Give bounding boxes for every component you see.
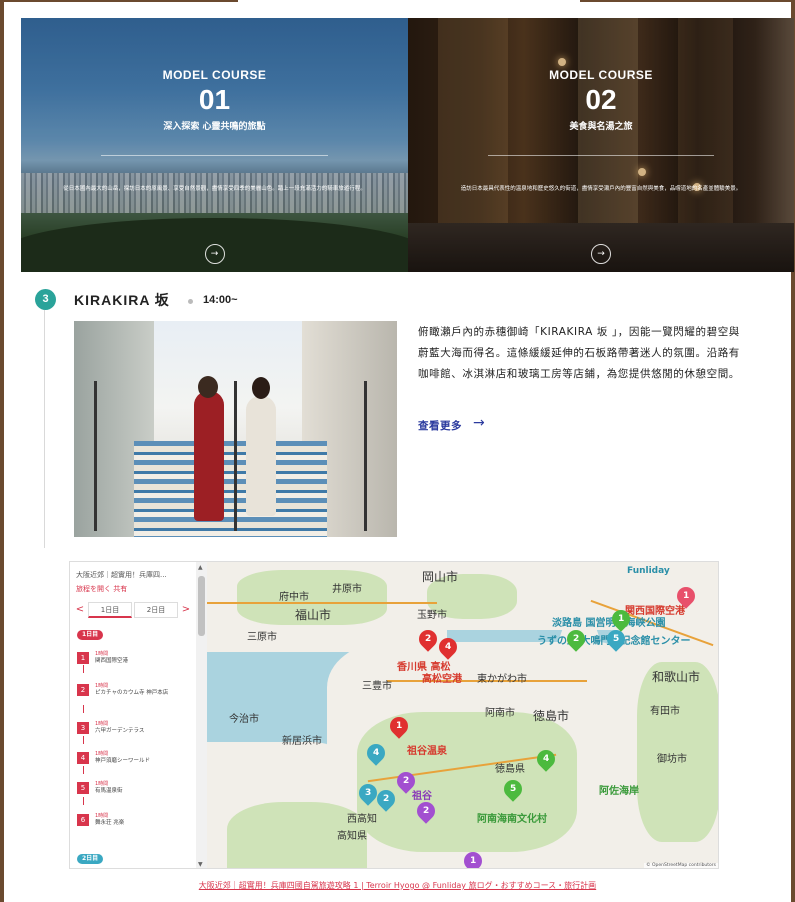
day-badge: 1日目 <box>77 630 104 640</box>
map-label: 阿南市 <box>485 708 515 719</box>
scroll-up-icon[interactable]: ▲ <box>198 564 203 571</box>
frame-top-segment <box>580 0 795 2</box>
map-label: 祖谷温泉 <box>407 746 447 757</box>
stop-name: 六甲ガーデンテラス <box>95 728 145 734</box>
map-label: 和歌山市 <box>652 670 701 684</box>
stop-duration: 1時間 <box>95 781 109 787</box>
map-label: 東かがわ市 <box>477 674 527 685</box>
person-white-coat <box>246 396 276 516</box>
step-number-badge: 3 <box>35 289 56 310</box>
day-badge: 2日目 <box>77 854 104 864</box>
course-subtitle: 深入探索 心靈共鳴的旅點 <box>163 122 266 132</box>
itinerary-sidebar: 大阪近郊｜超實用！兵庫四... 旅程を開く 共有 < 1日目 2日目 > 1日目… <box>70 562 207 868</box>
map-label: 有田市 <box>650 706 680 717</box>
list-item[interactable]: 3 1時間 六甲ガーデンテラス <box>77 720 195 746</box>
stop-number: 5 <box>77 782 89 794</box>
map-label: 新居浜市 <box>282 736 322 747</box>
map-label: 高松空港 <box>422 674 462 685</box>
stop-name: 関西国際空港 <box>95 658 129 664</box>
map-label: 阿佐海岸 <box>599 786 639 797</box>
map-label: 玉野市 <box>417 610 447 621</box>
stop-title: KIRAKIRA 坂 <box>74 292 170 308</box>
list-item[interactable]: 5 1時間 有馬温泉街 <box>77 780 195 806</box>
map-label: 三豊市 <box>362 681 392 692</box>
map-label: 今治市 <box>229 714 259 725</box>
separator-dot <box>188 299 193 304</box>
chevron-left-icon[interactable]: < <box>74 602 86 618</box>
course-number: 02 <box>585 84 617 115</box>
footer-link[interactable]: 大阪近郊｜超實用！兵庫四國自駕旅遊攻略 1 | Terroir Hyogo @ … <box>0 880 795 891</box>
stop-number: 6 <box>77 814 89 826</box>
sidebar-scrollbar[interactable]: ▲ ▼ <box>196 562 207 868</box>
stop-name: 舞永荘 兆楽 <box>95 820 125 826</box>
arrow-right-icon[interactable]: → <box>473 415 485 431</box>
course-description: 造訪日本最具代表性的溫泉地和歷史悠久的街道，盡情享受瀨戶內的豐富自然與美食，品嚐… <box>460 186 742 192</box>
stop-description: 俯瞰瀨戶內的赤穗御崎「KIRAKIRA 坂 」，因能一覽閃耀的碧空與蔚藍大海而得… <box>418 326 740 380</box>
stop-photo <box>74 321 397 537</box>
model-course-01-card[interactable]: MODEL COURSE 01 深入探索 心靈共鳴的旅點 從日本國內最大的山岳，… <box>21 18 408 272</box>
map-label: Funliday <box>627 566 670 576</box>
person-red-coat <box>194 391 224 521</box>
course-subtitle: 美食與名湯之旅 <box>569 122 633 132</box>
tiled-stairs <box>134 441 327 537</box>
stop-number: 4 <box>77 752 89 764</box>
stop-time: 14:00~ <box>203 294 238 306</box>
stop-duration: 1時間 <box>95 721 109 727</box>
stop-number: 1 <box>77 652 89 664</box>
map-label: 祖谷 <box>412 791 432 802</box>
course-description: 從日本國內最大的山岳，探訪日本的原風景、享受自然景觀，盡情享受四季的美麗山色。踏… <box>63 186 366 192</box>
course-number: 01 <box>198 84 231 115</box>
map-label: 淡路島 国営明石海峡公園 <box>552 618 666 629</box>
stop-duration: 1時間 <box>95 751 109 757</box>
map-label: 府中市 <box>279 592 309 603</box>
list-item[interactable]: 4 1時間 神戸須磨シーワールド <box>77 750 195 776</box>
course-label: MODEL COURSE <box>162 68 267 82</box>
divider <box>101 155 328 156</box>
model-course-banners: MODEL COURSE 01 深入探索 心靈共鳴的旅點 從日本國內最大的山岳，… <box>21 18 794 272</box>
divider <box>488 155 714 156</box>
frame-left <box>0 0 4 902</box>
tab-day-1[interactable]: 1日目 <box>88 602 132 618</box>
map-label: 御坊市 <box>657 754 687 765</box>
timeline-line <box>44 310 45 548</box>
scroll-thumb[interactable] <box>198 576 205 636</box>
chevron-right-icon[interactable]: > <box>180 602 192 618</box>
stop-duration: 1時間 <box>95 651 109 657</box>
tab-day-2[interactable]: 2日目 <box>134 602 178 618</box>
map-label: 三原市 <box>247 632 277 643</box>
list-item[interactable]: 6 1時間 舞永荘 兆楽 <box>77 812 195 838</box>
model-course-02-card[interactable]: MODEL COURSE 02 美食與名湯之旅 造訪日本最具代表性的溫泉地和歷史… <box>408 18 794 272</box>
stop-duration: 1時間 <box>95 813 109 819</box>
itinerary-actions[interactable]: 旅程を開く 共有 <box>76 584 127 594</box>
map-label: 高知県 <box>337 831 367 842</box>
map-attribution[interactable]: © OpenStreetMap contributors <box>644 863 718 868</box>
map-label: 岡山市 <box>422 570 459 584</box>
map-label: 西高知 <box>347 814 377 825</box>
stop-duration: 1時間 <box>95 683 109 689</box>
stop-number: 2 <box>77 684 89 696</box>
course-label: MODEL COURSE <box>549 68 653 82</box>
map-label: 阿南海南文化村 <box>477 814 547 825</box>
stop-number: 3 <box>77 722 89 734</box>
itinerary-title: 大阪近郊｜超實用！兵庫四... <box>76 571 167 579</box>
day-tabs: < 1日目 2日目 > <box>74 602 194 618</box>
list-item[interactable]: 2 1時間 ピカチャのカウム寺 神戸本店 <box>77 682 195 708</box>
see-more-link[interactable]: 查看更多 <box>418 418 462 433</box>
map-canvas[interactable]: 岡山市 井原市 府中市 福山市 玉野市 三原市 三豊市 東かがわ市 今治市 新居… <box>207 562 718 868</box>
route-map-embed[interactable]: 大阪近郊｜超實用！兵庫四... 旅程を開く 共有 < 1日目 2日目 > 1日目… <box>69 561 719 869</box>
stop-name: 有馬温泉街 <box>95 788 123 794</box>
scroll-down-icon[interactable]: ▼ <box>198 861 203 868</box>
frame-top <box>0 0 795 4</box>
stop-name: 神戸須磨シーワールド <box>95 758 151 764</box>
stop-name: ピカチャのカウム寺 神戸本店 <box>95 690 169 696</box>
map-label: 福山市 <box>295 608 332 622</box>
arrow-right-icon[interactable]: → <box>204 244 225 264</box>
frame-top-segment <box>0 0 238 2</box>
map-label: 徳島市 <box>533 709 570 723</box>
map-label: 井原市 <box>332 584 362 595</box>
list-item[interactable]: 1 1時間 関西国際空港 <box>77 650 195 676</box>
arrow-right-icon[interactable]: → <box>591 244 611 264</box>
map-label: 徳島県 <box>495 764 525 775</box>
